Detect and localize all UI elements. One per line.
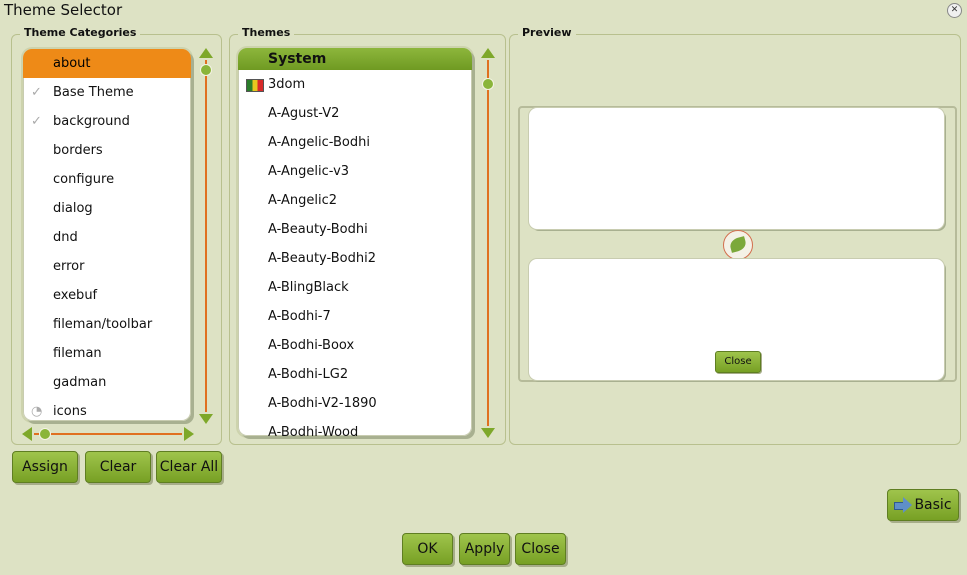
preview-label: Preview [518, 26, 576, 39]
categories-vscrollbar[interactable] [199, 48, 213, 424]
category-item[interactable]: configure [23, 165, 191, 194]
category-item-label: configure [53, 172, 115, 187]
category-item-label: dnd [53, 230, 78, 245]
arrow-right-icon [894, 497, 913, 513]
scroll-track [487, 60, 489, 426]
category-item-label: borders [53, 143, 103, 158]
category-item[interactable]: fileman/toolbar [23, 310, 191, 339]
category-item[interactable]: gadman [23, 368, 191, 397]
preview-leaf-icon [723, 230, 753, 260]
category-item[interactable]: borders [23, 136, 191, 165]
scroll-right-arrow-icon[interactable] [184, 427, 194, 441]
clear-button[interactable]: Clear [85, 451, 151, 483]
category-item-label: error [53, 259, 85, 274]
assign-button[interactable]: Assign [12, 451, 78, 483]
theme-item-label: A-Bodhi-7 [268, 309, 331, 324]
scroll-left-arrow-icon[interactable] [22, 427, 32, 441]
theme-item[interactable]: A-BlingBlack [238, 273, 472, 302]
theme-item[interactable]: A-Bodhi-LG2 [238, 360, 472, 389]
theme-item[interactable]: A-Bodhi-Wood [238, 418, 472, 436]
category-item-label: background [53, 114, 130, 129]
categories-list[interactable]: about ✓ Base Theme ✓ background borders config… [23, 49, 191, 421]
theme-item[interactable]: A-Beauty-Bodhi2 [238, 244, 472, 273]
theme-item-label: 3dom [268, 77, 306, 92]
category-item[interactable]: dnd [23, 223, 191, 252]
category-item[interactable]: ◔ icons [23, 397, 191, 421]
category-item-label: exebuf [53, 288, 98, 303]
window-title: Theme Selector [4, 1, 123, 19]
theme-item-label: A-Beauty-Bodhi [268, 222, 368, 237]
scroll-down-arrow-icon[interactable] [199, 414, 213, 424]
theme-item[interactable]: A-Angelic-v3 [238, 157, 472, 186]
category-item-label: Base Theme [53, 85, 134, 100]
category-item[interactable]: ✓ background [23, 107, 191, 136]
theme-item[interactable]: A-Bodhi-Boox [238, 331, 472, 360]
category-item-label: gadman [53, 375, 107, 390]
scroll-thumb[interactable] [200, 64, 212, 76]
themes-vscrollbar[interactable] [481, 48, 495, 438]
partial-check-icon: ◔ [31, 404, 43, 419]
category-item[interactable]: exebuf [23, 281, 191, 310]
theme-item[interactable]: 3dom [238, 70, 472, 99]
category-item-label: icons [53, 404, 87, 419]
preview-close-button[interactable]: Close [715, 351, 761, 373]
themes-section-header: System [238, 48, 472, 70]
category-item[interactable]: fileman [23, 339, 191, 368]
clear-all-button[interactable]: Clear All [156, 451, 222, 483]
categories-hscrollbar[interactable] [22, 427, 194, 441]
categories-label: Theme Categories [20, 26, 141, 39]
category-item[interactable]: ✓ Base Theme [23, 78, 191, 107]
themes-label: Themes [238, 26, 295, 39]
preview-top-panel [529, 108, 944, 229]
theme-item-label: A-Angelic2 [268, 193, 338, 208]
theme-item[interactable]: A-Beauty-Bodhi [238, 215, 472, 244]
theme-item-label: A-Beauty-Bodhi2 [268, 251, 376, 266]
theme-item-label: A-Bodhi-Wood [268, 425, 359, 436]
scroll-track [205, 60, 207, 412]
basic-button[interactable]: Basic [887, 489, 959, 521]
category-item[interactable]: error [23, 252, 191, 281]
theme-item-label: A-Bodhi-Boox [268, 338, 355, 353]
category-item-label: dialog [53, 201, 93, 216]
theme-item-label: A-Angelic-Bodhi [268, 135, 370, 150]
ok-button[interactable]: OK [402, 533, 453, 565]
theme-item[interactable]: A-Angelic2 [238, 186, 472, 215]
category-item-label: fileman/toolbar [53, 317, 153, 332]
theme-item-label: A-Bodhi-V2-1890 [268, 396, 377, 411]
scroll-up-arrow-icon[interactable] [199, 48, 213, 58]
theme-item-label: A-BlingBlack [268, 280, 349, 295]
apply-button[interactable]: Apply [459, 533, 510, 565]
preview-area: Close [518, 106, 957, 382]
theme-item[interactable]: A-Bodhi-7 [238, 302, 472, 331]
theme-item[interactable]: A-Angelic-Bodhi [238, 128, 472, 157]
close-button[interactable]: Close [515, 533, 566, 565]
preview-bottom-panel: Close [529, 259, 944, 380]
scroll-thumb[interactable] [39, 428, 51, 440]
category-item-label: fileman [53, 346, 102, 361]
category-item-label: about [53, 56, 91, 71]
flag-icon [246, 79, 264, 92]
themes-list[interactable]: System 3dom A-Agust-V2 A-Angelic-Bodhi A-An… [238, 48, 472, 436]
close-window-icon[interactable]: ✕ [947, 3, 962, 18]
category-item[interactable]: about [23, 49, 191, 78]
theme-item[interactable]: A-Agust-V2 [238, 99, 472, 128]
theme-item-label: A-Angelic-v3 [268, 164, 350, 179]
check-icon: ✓ [31, 85, 42, 100]
check-icon: ✓ [31, 114, 42, 129]
scroll-thumb[interactable] [482, 78, 494, 90]
theme-item-label: A-Agust-V2 [268, 106, 340, 121]
theme-item[interactable]: A-Bodhi-V2-1890 [238, 389, 472, 418]
scroll-down-arrow-icon[interactable] [481, 428, 495, 438]
theme-item-label: A-Bodhi-LG2 [268, 367, 349, 382]
scroll-up-arrow-icon[interactable] [481, 48, 495, 58]
category-item[interactable]: dialog [23, 194, 191, 223]
basic-button-label: Basic [914, 497, 952, 513]
scroll-track [34, 433, 182, 435]
